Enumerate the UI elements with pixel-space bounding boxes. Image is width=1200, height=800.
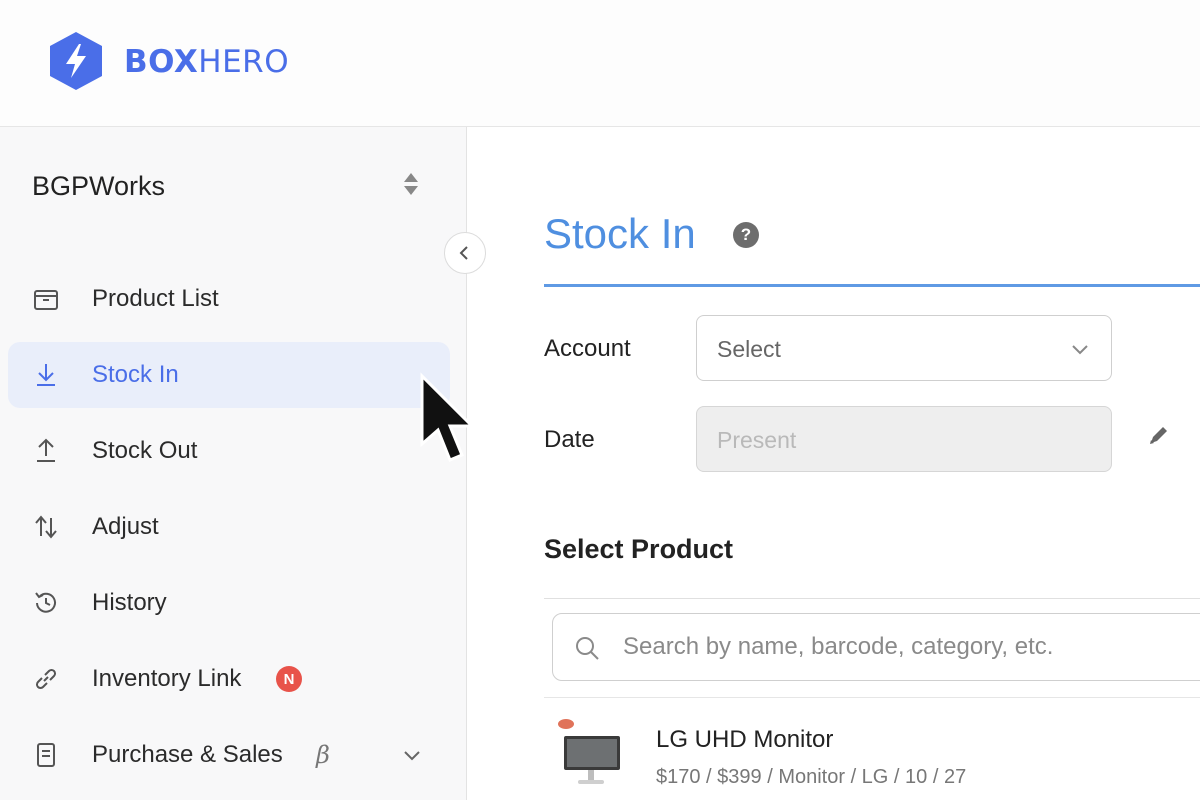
chevron-down-icon[interactable]: [400, 743, 424, 767]
chevron-left-icon: [459, 246, 468, 260]
sidebar-item-label: History: [92, 589, 167, 616]
chevron-down-icon: [1072, 345, 1088, 355]
product-thumbnail: [558, 719, 620, 784]
mouse-cursor-icon: [420, 372, 476, 462]
page-title: Stock In: [544, 210, 696, 257]
sidebar: BGPWorks Product List Stock In Stock Out: [0, 127, 467, 800]
sidebar-item-stock-in[interactable]: Stock In: [8, 342, 450, 408]
sidebar-item-purchase-sales[interactable]: Purchase & Sales β: [8, 722, 450, 788]
box-icon: [30, 283, 62, 315]
arrow-down-icon: [30, 359, 62, 391]
beta-label: β: [316, 741, 330, 769]
sidebar-item-label: Inventory Link: [92, 665, 242, 692]
workspace-switch-icon[interactable]: [400, 169, 422, 199]
workspace-name: BGPWorks: [32, 171, 166, 201]
pencil-icon[interactable]: [1146, 422, 1172, 448]
app-header: BOXHERO: [0, 0, 1200, 127]
sidebar-item-label: Adjust: [92, 513, 159, 540]
product-list-item[interactable]: LG UHD Monitor $170 / $399 / Monitor / L…: [544, 698, 1200, 800]
date-field-value: Present: [717, 427, 797, 453]
boxhero-logo-icon: [50, 32, 102, 90]
sidebar-item-label: Stock In: [92, 361, 179, 388]
brand-name: BOXHERO: [124, 44, 290, 80]
sidebar-item-label: Product List: [92, 285, 219, 312]
sidebar-item-stock-out[interactable]: Stock Out: [8, 418, 450, 484]
select-product-title: Select Product: [544, 534, 734, 564]
product-name: LG UHD Monitor: [656, 726, 834, 753]
sidebar-item-label: Stock Out: [92, 437, 198, 464]
history-icon: [30, 587, 62, 619]
collapse-sidebar-button[interactable]: [444, 232, 486, 274]
title-underline: [544, 284, 1200, 287]
link-icon: [30, 663, 62, 695]
divider: [544, 598, 1200, 599]
account-select[interactable]: Select: [696, 315, 1112, 381]
sidebar-item-inventory-link[interactable]: Inventory Link N: [8, 646, 450, 712]
search-input[interactable]: [621, 626, 1185, 668]
sidebar-item-product-list[interactable]: Product List: [8, 266, 450, 332]
product-search[interactable]: [552, 613, 1200, 681]
document-icon: [30, 739, 62, 771]
account-select-value: Select: [717, 336, 781, 362]
date-field: Present: [696, 406, 1112, 472]
search-icon: [576, 637, 599, 660]
new-badge: N: [276, 666, 302, 692]
sidebar-item-label: Purchase & Sales: [92, 741, 283, 768]
sidebar-item-history[interactable]: History: [8, 570, 450, 636]
arrows-up-down-icon: [30, 511, 62, 543]
date-label: Date: [544, 426, 595, 453]
account-label: Account: [544, 335, 631, 362]
product-details: $170 / $399 / Monitor / LG / 10 / 27: [656, 766, 967, 788]
arrow-up-icon: [30, 435, 62, 467]
sidebar-item-adjust[interactable]: Adjust: [8, 494, 450, 560]
help-icon[interactable]: ?: [733, 222, 759, 248]
